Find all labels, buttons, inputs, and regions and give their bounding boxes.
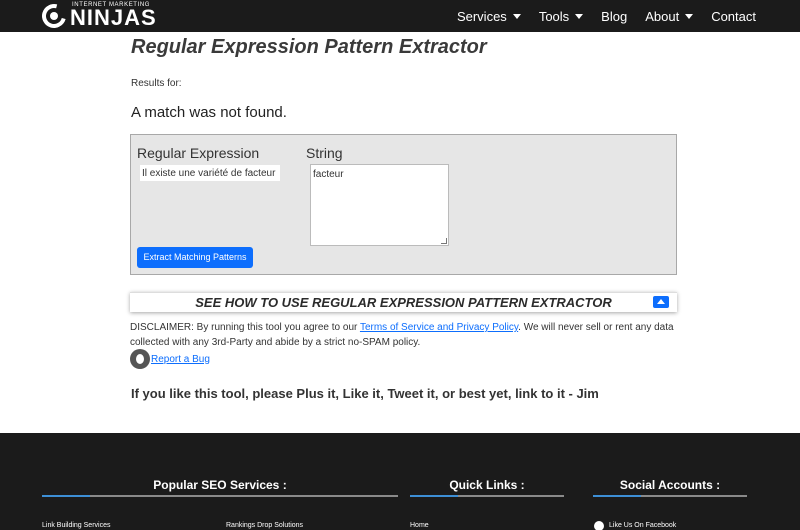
collapse-toggle-button[interactable] — [653, 296, 669, 308]
site-logo[interactable]: INTERNET MARKETING NINJAS — [37, 0, 156, 33]
footer-heading-social: Social Accounts : — [619, 478, 721, 492]
footer-divider — [410, 495, 564, 497]
footer-divider — [42, 495, 398, 497]
footer-link-home[interactable]: Home — [410, 522, 429, 529]
nav-item-label: Services — [456, 8, 507, 24]
match-result-message: A match was not found. — [131, 104, 287, 121]
regex-input[interactable] — [140, 165, 280, 181]
nav-item-blog[interactable]: Blog — [601, 9, 627, 24]
caret-down-icon — [685, 13, 694, 19]
main-menu: Services Tools Blog About Contact — [439, 0, 756, 32]
nav-item-label: About — [645, 8, 680, 24]
footer-heading-quick: Quick Links : — [449, 478, 525, 492]
footer-heading-popular: Popular SEO Services : — [153, 478, 287, 492]
disclaimer-prefix: DISCLAIMER: By running this tool you agr… — [130, 322, 360, 333]
footer-divider-accent — [593, 495, 641, 497]
footer-divider-accent — [42, 495, 90, 497]
facebook-icon — [594, 521, 604, 530]
nav-item-label: Contact — [711, 8, 756, 24]
nav-item-label: Tools — [538, 8, 570, 24]
footer-link-facebook[interactable]: Like Us On Facebook — [609, 522, 676, 529]
report-bug-row: Report a Bug — [130, 349, 210, 369]
nav-item-label: Blog — [601, 8, 628, 24]
footer-divider — [593, 495, 747, 497]
nav-item-tools[interactable]: Tools — [538, 8, 584, 24]
report-bug-link[interactable]: Report a Bug — [151, 354, 210, 365]
extractor-form: Regular Expression String facteur Extrac… — [130, 134, 677, 275]
nav-item-services[interactable]: Services — [457, 9, 521, 24]
string-label: String — [306, 145, 343, 161]
logo-wordmark: NINJAS — [70, 5, 157, 30]
footer-link-rankings-drop[interactable]: Rankings Drop Solutions — [226, 522, 303, 529]
string-value: facteur — [313, 169, 344, 180]
bug-icon — [130, 349, 150, 369]
string-textarea[interactable]: facteur — [310, 164, 449, 246]
results-label: Results for: — [131, 78, 182, 89]
caret-down-icon — [512, 13, 521, 19]
caret-down-icon — [575, 13, 584, 19]
footer-link-link-building[interactable]: Link Building Services — [42, 522, 110, 529]
nav-item-contact[interactable]: Contact — [711, 9, 756, 24]
logo-dot — [50, 12, 58, 20]
footer-divider-accent — [410, 495, 458, 497]
regex-label: Regular Expression — [137, 145, 260, 161]
share-promo-text: If you like this tool, please Plus it, L… — [131, 386, 599, 401]
nav-item-about[interactable]: About — [645, 8, 694, 24]
extract-patterns-button[interactable]: Extract Matching Patterns — [137, 247, 253, 268]
howto-accordion[interactable]: SEE HOW TO USE REGULAR EXPRESSION PATTER… — [130, 292, 677, 312]
terms-link[interactable]: Terms of Service and Privacy Policy — [360, 322, 518, 333]
site-footer: Popular SEO Services : Quick Links : Soc… — [0, 433, 800, 530]
resize-handle-icon[interactable] — [441, 238, 447, 244]
disclaimer-text: DISCLAIMER: By running this tool you agr… — [130, 320, 680, 350]
top-navbar: INTERNET MARKETING NINJAS Services Tools… — [0, 0, 800, 33]
page-title: Regular Expression Pattern Extractor — [131, 36, 487, 58]
howto-heading: SEE HOW TO USE REGULAR EXPRESSION PATTER… — [195, 295, 612, 310]
chevron-up-icon — [657, 299, 665, 304]
